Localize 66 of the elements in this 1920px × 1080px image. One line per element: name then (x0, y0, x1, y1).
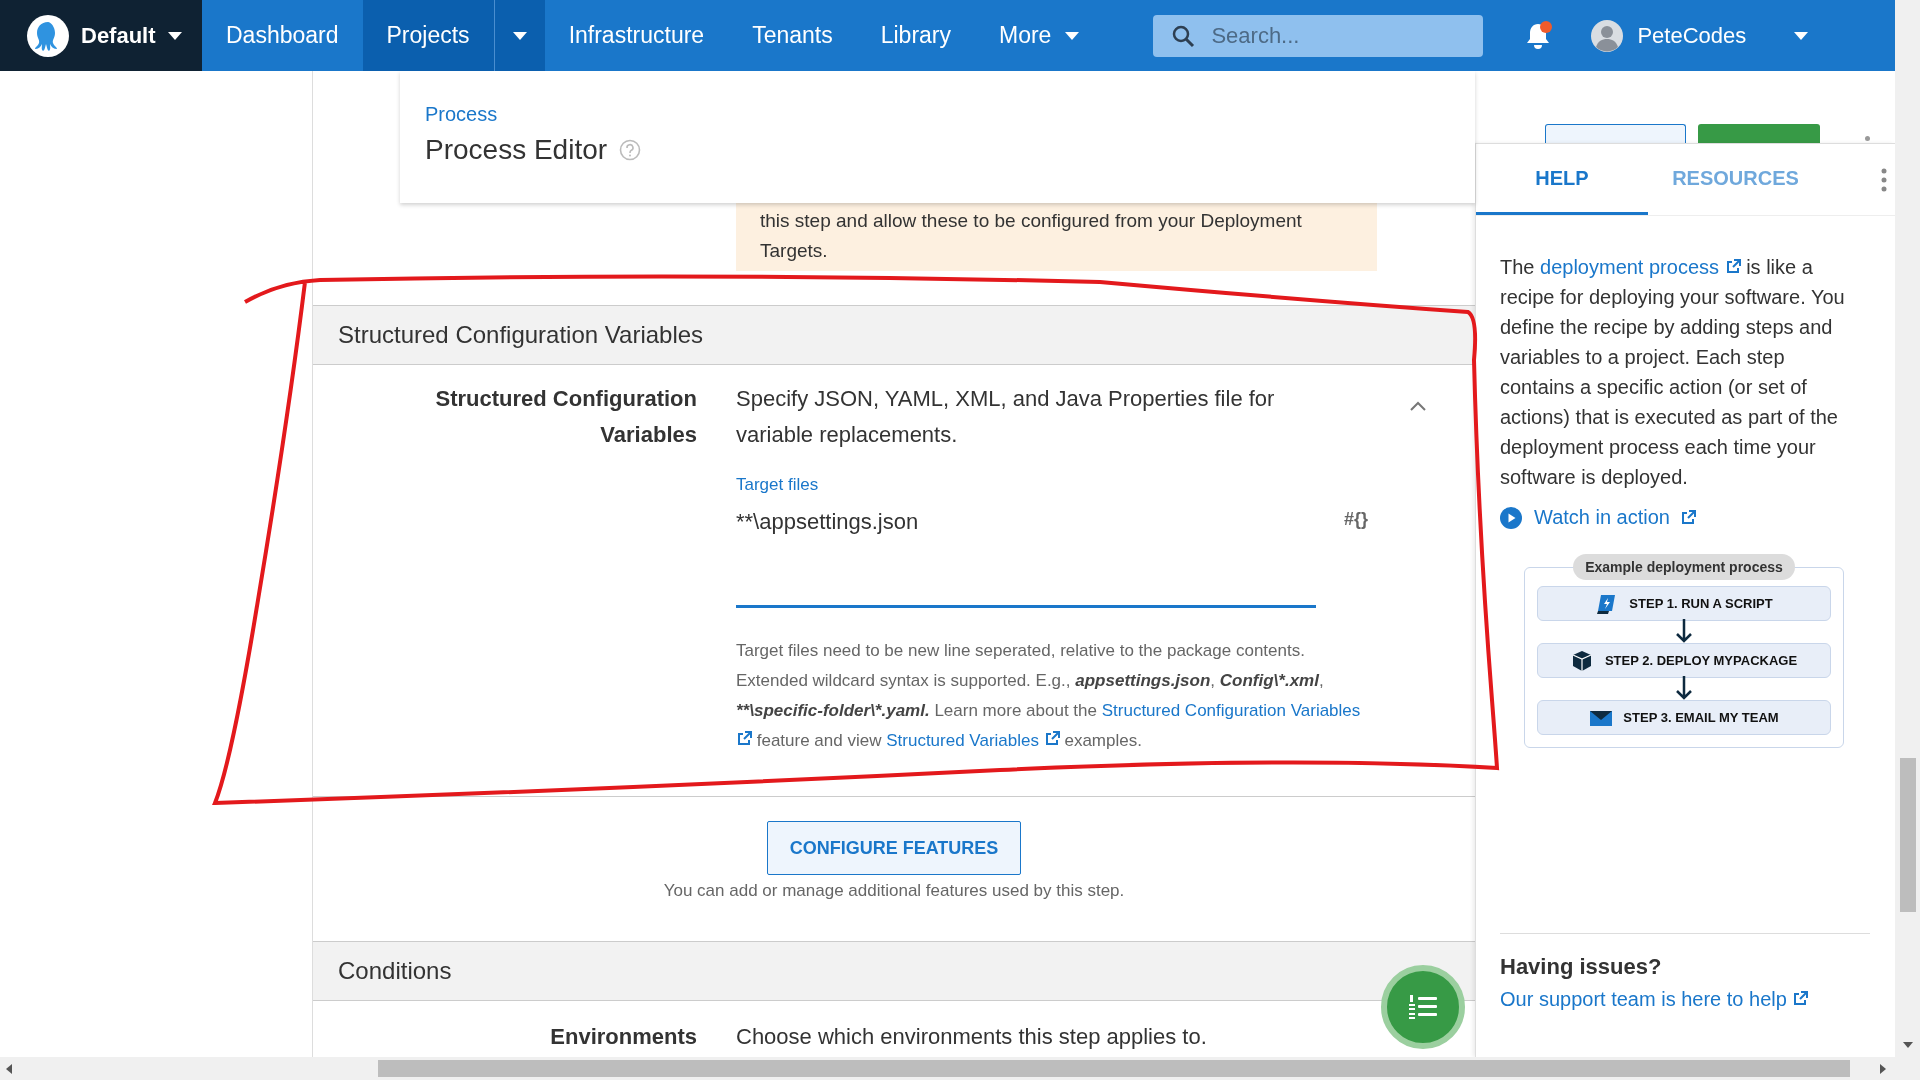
insert-variable-button[interactable]: #{} (1342, 509, 1371, 530)
nav-link[interactable]: Library (856, 22, 975, 49)
scroll-down-arrow-icon[interactable] (1903, 1042, 1913, 1048)
field-label: Environments (549, 1023, 697, 1051)
search-field[interactable]: Search... (1153, 14, 1484, 57)
field-label: Target files (736, 475, 819, 495)
field-label: Structured Configuration Variables (434, 385, 697, 449)
avatar-icon (1591, 19, 1624, 52)
space-switcher[interactable]: Default (0, 0, 202, 71)
help-text: Target files need to be new line seperated, relative to the package contents. Extended wildcard syntax is supported. E.g., appsettings.json, Config\*.xml, **\specific-folder\*.yaml. Learn more about the Structured Configuration Variables feature and view Structured Variables examples. (736, 640, 1362, 752)
caret-icon (1794, 31, 1809, 40)
breadcrumb-link[interactable]: Process (425, 103, 498, 126)
target-files-field[interactable]: **\appsettings.json (736, 495, 1316, 608)
secondary-button[interactable] (1545, 124, 1686, 146)
vertical-scrollbar[interactable] (1895, 0, 1920, 1080)
page-title: Process Editor (425, 134, 608, 166)
scroll-right-arrow-icon[interactable] (1880, 1063, 1886, 1074)
help-link[interactable]: Structured Configuration Variables (1101, 701, 1361, 720)
step-label: STEP 3. EMAIL MY TEAM (1623, 710, 1779, 725)
support-link[interactable]: Our support team is here to help (1500, 988, 1787, 1010)
caret-icon (1065, 31, 1080, 40)
more-options-icon[interactable] (1880, 167, 1888, 192)
features-caption: You can add or manage additional features used by this step. (663, 881, 1125, 901)
user-name[interactable]: PeteCodes (1637, 22, 1747, 49)
external-link-icon (1724, 259, 1741, 275)
warning-notice: this step and allow these to be configured from your Deployment Targets. (736, 203, 1377, 271)
play-icon[interactable] (1500, 506, 1522, 529)
horizontal-scrollbar[interactable] (0, 1057, 1895, 1080)
step-label: STEP 1. RUN A SCRIPT (1629, 596, 1773, 611)
external-link-icon (1680, 509, 1696, 526)
external-link-icon (1043, 731, 1060, 747)
help-description: The deployment process is like a recipe for deploying your software. You define the recipe by adding steps and variables to a project. Each step contains a specific action (or set of actions) that is executed as part of the deployment process each time your software is deployed. (1500, 255, 1846, 490)
external-link-icon (736, 731, 752, 747)
nav-link[interactable]: Dashboard (202, 22, 363, 49)
configure-features-button[interactable]: CONFIGURE FEATURES (767, 821, 1021, 875)
scrollbar-thumb[interactable] (1900, 758, 1916, 912)
help-link[interactable]: deployment process (1540, 256, 1719, 278)
section-description: Choose which environments this step applies to. (736, 1023, 1207, 1051)
space-name: Default (81, 22, 156, 49)
octopus-logo-icon (27, 14, 69, 57)
nav-link[interactable]: Tenants (728, 22, 857, 49)
help-circle-icon[interactable] (619, 139, 642, 161)
watch-video-link[interactable]: Watch in action (1534, 506, 1670, 529)
search-icon (1171, 23, 1196, 48)
overflow-dot-icon[interactable] (1865, 136, 1870, 141)
caret-icon (512, 31, 527, 40)
section-header: Structured Configuration Variables (313, 305, 1475, 365)
panel-tab[interactable]: HELP (1476, 144, 1648, 215)
step-label: STEP 2. DEPLOY MYPACKAGE (1604, 653, 1798, 668)
section-description: Specify JSON, YAML, XML, and Java Properties file for variable replacements. (736, 385, 1276, 449)
scroll-left-arrow-icon[interactable] (6, 1063, 12, 1074)
scrollbar-thumb[interactable] (378, 1060, 1850, 1077)
down-arrow-icon (1676, 676, 1692, 700)
panel-tab[interactable]: RESOURCES (1648, 144, 1823, 215)
diagram-title: Example deployment process (1573, 554, 1795, 580)
external-link-icon (1792, 991, 1809, 1007)
nav-link[interactable]: Infrastructure (544, 22, 729, 49)
caret-icon (167, 31, 182, 40)
help-link[interactable]: Structured Variables (886, 731, 1039, 750)
numbered-list-icon (1408, 994, 1438, 1020)
issues-heading: Having issues? (1500, 954, 1663, 980)
down-arrow-icon (1676, 619, 1692, 643)
section-header: Conditions (313, 941, 1475, 1001)
chevron-up-icon[interactable] (1410, 401, 1426, 411)
nav-link[interactable]: More (975, 22, 1104, 49)
primary-button[interactable] (1698, 124, 1820, 146)
